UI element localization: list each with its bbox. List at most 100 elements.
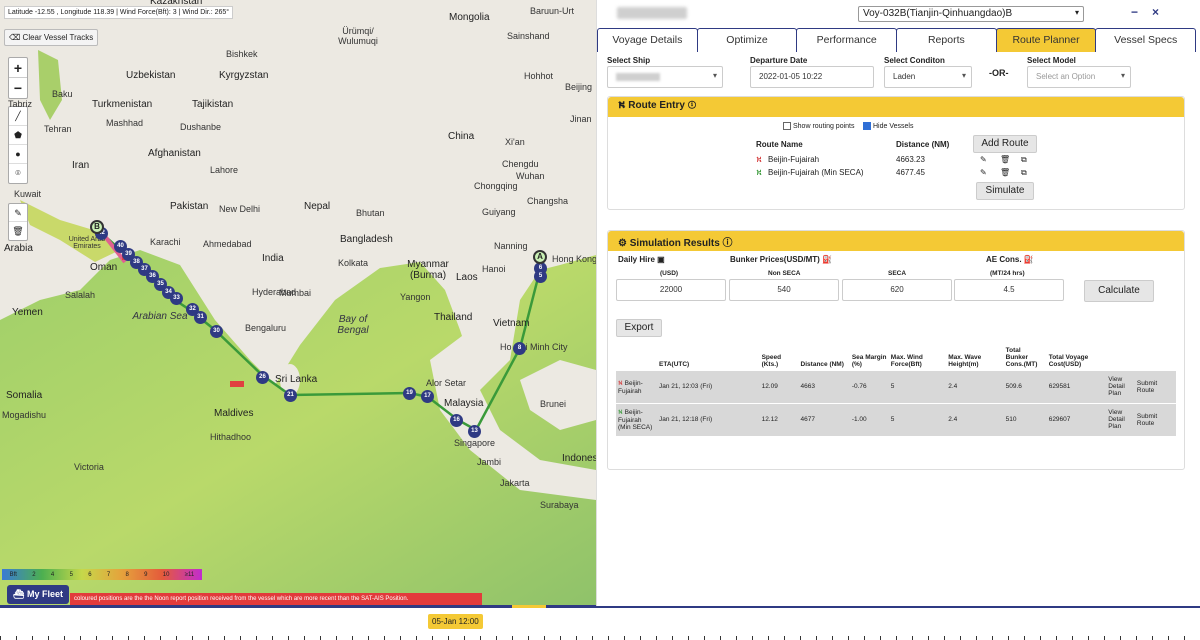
- waypoint-marker[interactable]: 8: [513, 342, 526, 355]
- edit-icon[interactable]: ✎: [980, 155, 987, 164]
- window-controls: − ×: [1131, 5, 1173, 19]
- wind-scale-tick: 7: [106, 571, 111, 578]
- ship-select-value-redacted: [616, 72, 660, 81]
- wind-scale-tick: 6: [88, 571, 92, 578]
- draw-marker-icon[interactable]: ⌾: [9, 164, 27, 183]
- wind-scale-tick: 10: [162, 571, 170, 578]
- route-start-marker[interactable]: A: [533, 250, 547, 264]
- waypoint-marker[interactable]: 26: [256, 371, 269, 384]
- voyage-select[interactable]: Voy-032B(Tianjin-Qinhuangdao)B ▾: [858, 6, 1084, 22]
- view-detail-link[interactable]: View Detail Plan: [1106, 402, 1135, 436]
- tab-reports[interactable]: Reports: [896, 28, 997, 52]
- zoom-out-button[interactable]: −: [9, 78, 27, 98]
- waypoint-marker[interactable]: 13: [468, 425, 481, 438]
- tab-vessel-specs[interactable]: Vessel Specs: [1095, 28, 1197, 52]
- copy-icon[interactable]: ⧉: [1021, 168, 1027, 178]
- route-color-icon: ⛕: [756, 155, 762, 164]
- waypoint-marker[interactable]: 17: [421, 390, 434, 403]
- map-label: China: [448, 131, 475, 142]
- distance-header: Distance (NM): [896, 140, 950, 149]
- voyage-panel: Voy-032B(Tianjin-Qinhuangdao)B ▾ − × Voya…: [596, 0, 1200, 606]
- edit-icon[interactable]: ✎: [980, 168, 987, 177]
- col-bunker: Total Bunker Cons.(MT): [1005, 346, 1038, 368]
- map-label: Jakarta: [500, 478, 530, 488]
- ae-cons-input[interactable]: 4.5: [954, 279, 1064, 301]
- wind-scale-legend: Bft 2 4 5 6 7 8 9 10 ≥11: [2, 569, 202, 580]
- waypoint-marker[interactable]: 30: [210, 325, 223, 338]
- non-seca-label: Non SECA: [768, 270, 801, 277]
- zoom-in-button[interactable]: +: [9, 58, 27, 78]
- map-label: Thailand: [434, 312, 473, 323]
- gear-icon: ⚙: [618, 238, 627, 249]
- draw-line-icon[interactable]: ╱: [9, 107, 27, 126]
- trash-icon[interactable]: 🗑: [1000, 155, 1010, 164]
- timeline-cursor[interactable]: [512, 605, 546, 608]
- waypoint-marker[interactable]: 21: [284, 389, 297, 402]
- sea-margin-cell: -1.00: [849, 402, 889, 436]
- info-icon[interactable]: ⓘ: [688, 100, 697, 111]
- waypoint-marker[interactable]: 5: [534, 270, 547, 283]
- waypoint-marker[interactable]: 31: [194, 311, 207, 324]
- map-label: Jinan: [570, 114, 592, 124]
- hide-vessels-checkbox[interactable]: Hide Vessels: [863, 122, 913, 130]
- eraser-icon: ⌫: [9, 33, 21, 42]
- route-map[interactable]: Latitude -12.55 , Longitude 118.39 | Win…: [0, 0, 596, 606]
- route-end-marker[interactable]: B: [90, 220, 104, 234]
- map-label: New Delhi: [219, 204, 261, 214]
- map-label: Xi'an: [505, 137, 525, 147]
- ship-select[interactable]: ▾: [607, 66, 723, 88]
- map-label: Ürümqi/ Wulumuqi: [338, 26, 378, 46]
- map-label: Bhutan: [356, 208, 385, 218]
- map-label: Singapore: [454, 438, 496, 448]
- non-seca-input[interactable]: 540: [729, 279, 839, 301]
- ae-cons-label: AE Cons. ⛽: [986, 255, 1034, 264]
- tab-performance[interactable]: Performance: [796, 28, 898, 52]
- my-fleet-button[interactable]: ⛴ My Fleet: [7, 585, 69, 604]
- add-route-button[interactable]: Add Route: [973, 135, 1037, 153]
- timeline-bar[interactable]: 05-Jan 12:00: [0, 605, 1200, 640]
- tab-voyage-details[interactable]: Voyage Details: [597, 28, 698, 52]
- select-ship-label: Select Ship: [607, 56, 651, 65]
- tab-optimize[interactable]: Optimize: [696, 28, 798, 52]
- departure-date-input[interactable]: 2022-01-05 10:22: [750, 66, 874, 88]
- calculate-button[interactable]: Calculate: [1084, 280, 1154, 302]
- minimize-button[interactable]: −: [1131, 5, 1138, 19]
- condition-select[interactable]: Laden ▾: [884, 66, 972, 88]
- map-label: Chengdu: [502, 159, 539, 169]
- waypoint-marker[interactable]: 16: [450, 414, 463, 427]
- view-detail-link[interactable]: View Detail Plan: [1106, 369, 1135, 403]
- route-name: Beijin-Fujairah (Min SECA): [768, 168, 864, 177]
- wave-cell: 2.4: [946, 369, 1004, 403]
- simulate-button[interactable]: Simulate: [976, 182, 1034, 200]
- submit-route-link[interactable]: Submit Route: [1134, 369, 1176, 403]
- clear-tracks-label: Clear Vessel Tracks: [22, 33, 94, 42]
- col-cost: Total Voyage Cost(USD): [1048, 353, 1089, 368]
- close-button[interactable]: ×: [1152, 5, 1159, 19]
- map-label: Arabian Sea: [132, 311, 188, 322]
- map-label: Wuhan: [516, 171, 545, 181]
- daily-hire-input[interactable]: 22000: [616, 279, 726, 301]
- tab-route-planner[interactable]: Route Planner: [995, 28, 1097, 52]
- draw-polygon-icon[interactable]: ⬟: [9, 126, 27, 145]
- trash-icon[interactable]: 🗑: [1000, 168, 1010, 177]
- map-label: Lahore: [210, 165, 239, 175]
- edit-icon[interactable]: ✎: [9, 204, 27, 222]
- tab-bar: Voyage Details Optimize Performance Repo…: [597, 28, 1197, 52]
- seca-input[interactable]: 620: [842, 279, 952, 301]
- waypoint-marker[interactable]: 19: [403, 387, 416, 400]
- draw-circle-icon[interactable]: ●: [9, 145, 27, 164]
- copy-icon[interactable]: ⧉: [1021, 155, 1027, 165]
- clear-vessel-tracks-button[interactable]: ⌫ Clear Vessel Tracks: [4, 29, 99, 46]
- model-select[interactable]: Select an Option ▾: [1027, 66, 1131, 88]
- route-color-icon: ⛕: [618, 379, 623, 387]
- show-routing-points-checkbox[interactable]: Show routing points: [783, 122, 854, 130]
- route-cell: ⛕ Beijin-Fujairah: [616, 369, 658, 403]
- waypoint-marker[interactable]: 33: [170, 292, 183, 305]
- timeline-ticks: [0, 636, 1200, 640]
- wave-cell: 2.4: [946, 402, 1004, 436]
- info-icon[interactable]: ⓘ: [723, 238, 733, 249]
- trash-icon[interactable]: 🗑: [9, 222, 27, 240]
- submit-route-link[interactable]: Submit Route: [1134, 402, 1176, 436]
- map-label: Victoria: [74, 462, 104, 472]
- table-row: ⛕ Beijin-Fujairah (Min SECA) Jan 21, 12:…: [616, 402, 1176, 436]
